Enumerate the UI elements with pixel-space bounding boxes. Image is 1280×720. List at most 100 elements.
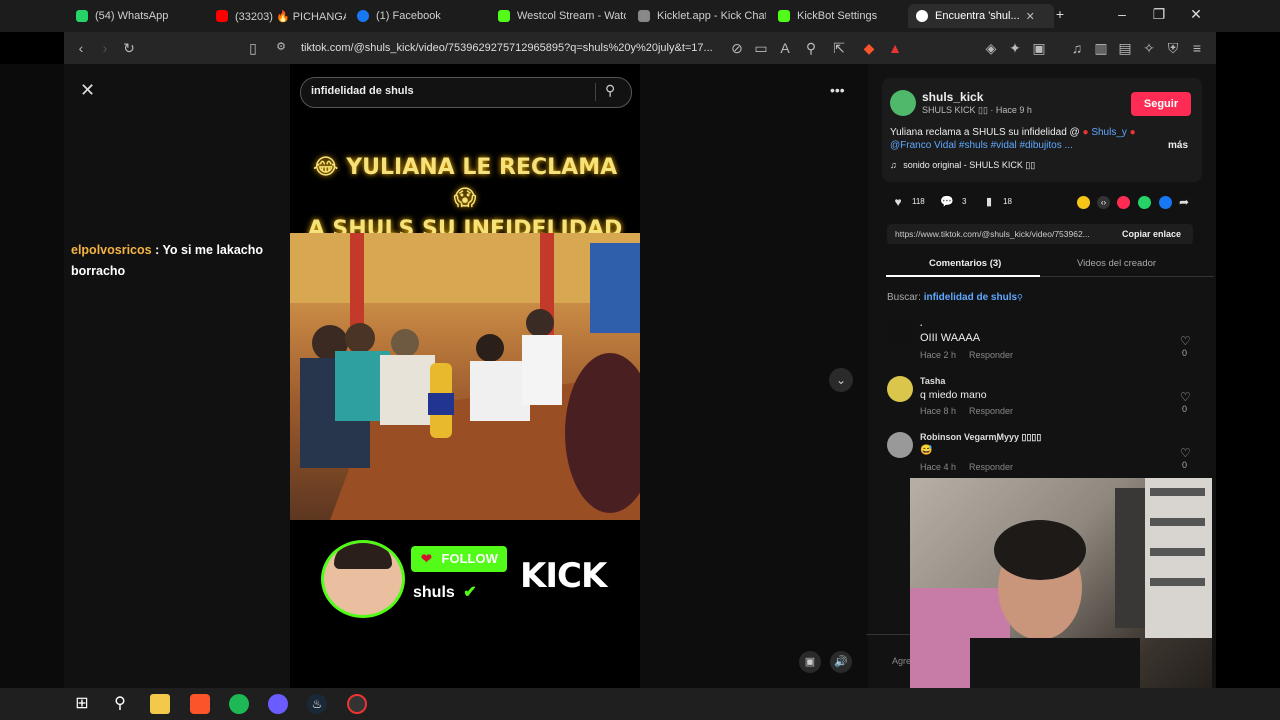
wallet-2-icon[interactable]: ▤ bbox=[1116, 40, 1134, 57]
spotify-icon[interactable] bbox=[229, 694, 249, 714]
author-avatar[interactable] bbox=[890, 90, 916, 116]
heart-icon: ❤ bbox=[421, 551, 432, 566]
windows-start-icon[interactable]: ⊞ bbox=[72, 694, 92, 714]
send-to-friend-icon[interactable] bbox=[1117, 196, 1130, 209]
comment-like-icon[interactable]: ♡ bbox=[1180, 390, 1191, 404]
coin-share-icon[interactable] bbox=[1077, 196, 1090, 209]
screenshot-icon[interactable]: ▣ bbox=[1030, 40, 1048, 57]
wallet-icon[interactable]: ◈ bbox=[982, 40, 1000, 57]
media-icon[interactable]: ♫ bbox=[1068, 40, 1086, 56]
reload-icon[interactable]: ↻ bbox=[120, 40, 138, 57]
search-icon[interactable]: ⚲ bbox=[110, 694, 130, 714]
brave-shield-icon[interactable]: ◆ bbox=[860, 40, 878, 57]
volume-icon[interactable]: 🔊 bbox=[830, 651, 852, 673]
chat-username: elpolvosricos bbox=[71, 243, 152, 257]
share-icon[interactable]: ⇱ bbox=[830, 40, 848, 57]
search-input[interactable]: infidelidad de shuls bbox=[311, 85, 414, 97]
comment-author[interactable]: Tasha bbox=[920, 376, 945, 386]
caption-line-2[interactable]: @Franco Vidal #shuls #vidal #dibujitos .… bbox=[890, 140, 1073, 151]
webcam-overlay bbox=[910, 478, 1212, 720]
leo-icon[interactable]: ✧ bbox=[1140, 40, 1158, 57]
like-icon[interactable]: ♥ bbox=[887, 193, 909, 211]
verified-icon: ✔ bbox=[463, 584, 477, 601]
more-options-icon[interactable]: ••• bbox=[830, 82, 845, 98]
tab-youtube[interactable]: (33203) 🔥 PICHANGA ... bbox=[216, 4, 346, 28]
comment-time: Hace 4 h bbox=[920, 462, 957, 472]
video-title-overlay: 😂 YULIANA LE RECLAMA 😱 A SHULS SU INFIDE… bbox=[307, 155, 623, 242]
tab-facebook[interactable]: (1) Facebook bbox=[357, 4, 487, 28]
embed-icon[interactable]: ‹› bbox=[1097, 196, 1110, 209]
left-gutter bbox=[0, 64, 64, 688]
copy-link-button[interactable]: Copiar enlace bbox=[1122, 229, 1181, 239]
comment-like-icon[interactable]: ♡ bbox=[1180, 446, 1191, 460]
tab-comments[interactable]: Comentarios (3) bbox=[929, 258, 1001, 269]
add-comment-input[interactable]: Agre bbox=[892, 656, 911, 666]
kick-icon bbox=[498, 10, 510, 22]
discord-icon[interactable] bbox=[268, 694, 288, 714]
comment-author[interactable]: . bbox=[920, 318, 923, 328]
reply-button[interactable]: Responder bbox=[969, 406, 1013, 416]
picture-in-picture-icon[interactable]: ▣ bbox=[799, 651, 821, 673]
reply-button[interactable]: Responder bbox=[969, 462, 1013, 472]
tab-westcol[interactable]: Westcol Stream - Watc... bbox=[498, 4, 626, 28]
new-tab-icon[interactable]: + bbox=[1048, 6, 1072, 22]
brave-rewards-icon[interactable]: ▲ bbox=[886, 40, 904, 56]
tab-tiktok-active[interactable]: Encuentra 'shul... ✕ bbox=[908, 4, 1054, 28]
facebook-icon bbox=[357, 10, 369, 22]
file-explorer-icon[interactable] bbox=[150, 694, 170, 714]
site-info-icon[interactable]: ⚙ bbox=[272, 40, 290, 53]
comment-author[interactable]: Robinson Vegarm̧Myyy ▯▯▯▯ bbox=[920, 432, 1041, 443]
extensions-puzzle-icon[interactable]: ✦ bbox=[1006, 40, 1024, 57]
close-tab-icon[interactable]: ✕ bbox=[1026, 10, 1035, 23]
sound-info[interactable]: ♫ sonido original - SHULS KICK ▯▯ bbox=[890, 160, 1035, 171]
sidebar-icon[interactable]: ▥ bbox=[1092, 40, 1110, 57]
comment-text: q miedo mano bbox=[920, 389, 987, 401]
obs-icon[interactable] bbox=[347, 694, 367, 714]
emoji-icon: ● bbox=[1129, 127, 1136, 138]
follow-button[interactable]: Seguir bbox=[1131, 92, 1191, 116]
tab-kickbot[interactable]: KickBot Settings bbox=[778, 4, 898, 28]
brave-icon[interactable] bbox=[190, 694, 210, 714]
vpn-icon[interactable]: ⛨ bbox=[1164, 40, 1182, 57]
next-video-icon[interactable]: ⌄ bbox=[829, 368, 853, 392]
menu-icon[interactable]: ≡ bbox=[1188, 40, 1206, 56]
comment-avatar[interactable] bbox=[887, 432, 913, 458]
search-box[interactable]: infidelidad de shuls ⚲ bbox=[300, 77, 632, 108]
reply-button[interactable]: Responder bbox=[969, 350, 1013, 360]
translate-icon[interactable]: A bbox=[776, 40, 794, 56]
forward-icon[interactable]: › bbox=[96, 40, 114, 56]
zoom-icon[interactable]: ⚲ bbox=[802, 40, 820, 57]
video-scene-illustration bbox=[290, 233, 640, 520]
minimize-icon[interactable]: – bbox=[1110, 6, 1134, 22]
address-bar: ‹ › ↻ ▯ ⚙ tiktok.com/@shuls_kick/video/7… bbox=[64, 32, 1216, 64]
browser-tab-bar: (54) WhatsApp (33203) 🔥 PICHANGA ... (1)… bbox=[0, 0, 1280, 32]
bookmark-icon[interactable]: ▯ bbox=[244, 40, 262, 57]
search-icon: ⚲ bbox=[1017, 293, 1023, 302]
steam-icon[interactable]: ♨ bbox=[307, 694, 327, 714]
extension-icon[interactable]: ⊘ bbox=[728, 40, 746, 57]
close-video-icon[interactable]: ✕ bbox=[80, 80, 98, 100]
tab-kicklet[interactable]: Kicklet.app - Kick Chatb... bbox=[638, 4, 766, 28]
share-arrow-icon[interactable]: ➦ bbox=[1179, 195, 1189, 209]
comment-icon[interactable]: 💬 bbox=[937, 193, 957, 211]
tab-creator-videos[interactable]: Videos del creador bbox=[1077, 258, 1156, 269]
whatsapp-share-icon[interactable] bbox=[1138, 196, 1151, 209]
url-field[interactable]: tiktok.com/@shuls_kick/video/75396292757… bbox=[301, 36, 761, 60]
comment-avatar[interactable] bbox=[887, 320, 913, 346]
more-link[interactable]: más bbox=[1168, 140, 1188, 151]
comment-like-icon[interactable]: ♡ bbox=[1180, 334, 1191, 348]
close-window-icon[interactable]: ✕ bbox=[1184, 6, 1208, 23]
comment-avatar[interactable] bbox=[887, 376, 913, 402]
back-icon[interactable]: ‹ bbox=[72, 40, 90, 56]
facebook-share-icon[interactable] bbox=[1159, 196, 1172, 209]
streamer-name: shuls ✔ bbox=[413, 584, 477, 601]
video-scene-image bbox=[290, 233, 640, 520]
search-hint[interactable]: Buscar: infidelidad de shuls⚲ bbox=[887, 292, 1023, 303]
search-icon[interactable]: ⚲ bbox=[605, 82, 615, 99]
save-icon[interactable]: ▮ bbox=[980, 193, 998, 211]
tab-whatsapp[interactable]: (54) WhatsApp bbox=[76, 4, 206, 28]
maximize-icon[interactable]: ❐ bbox=[1147, 6, 1171, 23]
cast-icon[interactable]: ▭ bbox=[752, 40, 770, 57]
comment-time: Hace 2 h bbox=[920, 350, 957, 360]
author-username[interactable]: shuls_kick bbox=[922, 90, 983, 104]
